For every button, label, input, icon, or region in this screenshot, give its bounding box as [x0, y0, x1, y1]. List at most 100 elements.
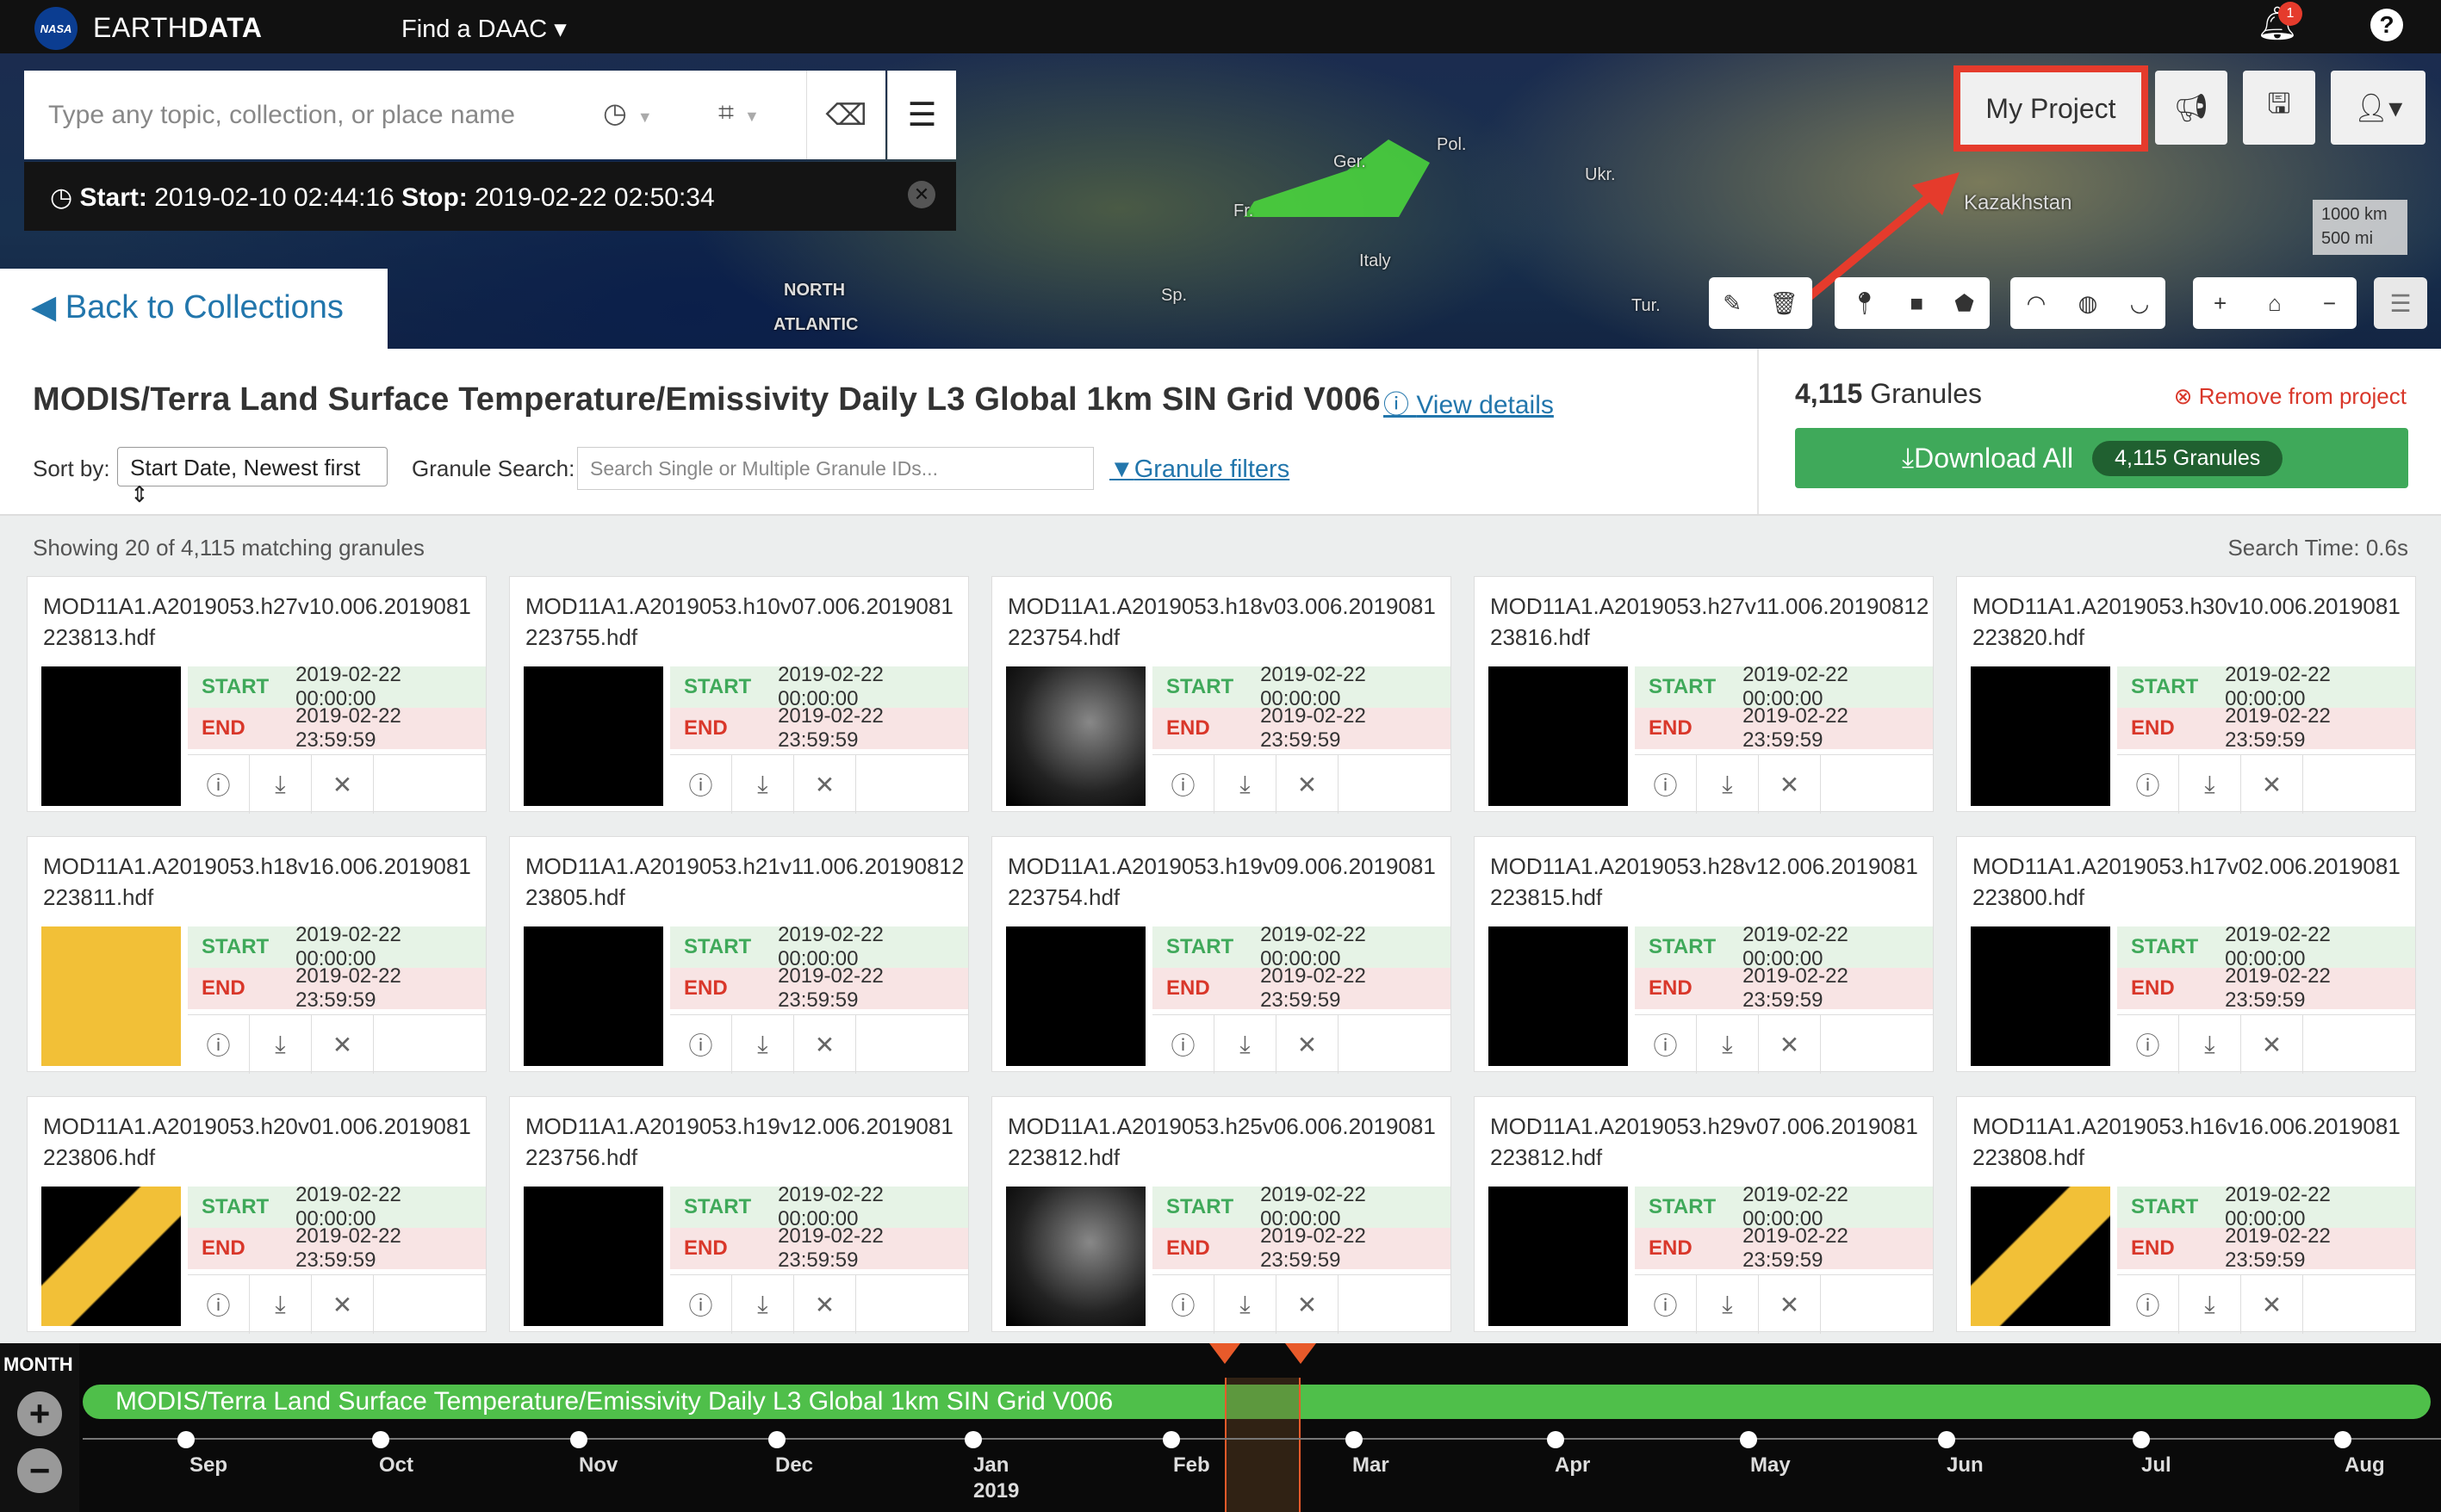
granule-card[interactable]: MOD11A1.A2019053.h25v06.006.201908122381…	[991, 1096, 1451, 1334]
info-icon[interactable]: ⓘ	[670, 1015, 732, 1074]
home-icon[interactable]: ⌂	[2268, 290, 2282, 317]
find-daac-dropdown[interactable]: Find a DAAC ▾	[401, 14, 567, 44]
timeline-zoom-in-button[interactable]: +	[17, 1391, 62, 1436]
granule-card[interactable]: MOD11A1.A2019053.h18v16.006.201908122381…	[27, 836, 487, 1074]
back-to-collections-link[interactable]: ◀ Back to Collections	[0, 269, 388, 349]
remove-icon[interactable]: ✕	[794, 1275, 856, 1334]
remove-icon[interactable]: ✕	[1759, 755, 1821, 814]
globe-icon[interactable]: ◍	[2078, 290, 2098, 317]
trash-icon[interactable]: 🗑︎	[1770, 290, 1798, 317]
granule-thumbnail[interactable]	[41, 926, 181, 1066]
remove-icon[interactable]: ✕	[1276, 755, 1339, 814]
info-icon[interactable]: ⓘ	[1635, 755, 1697, 814]
save-button[interactable]: 🖫	[2243, 71, 2315, 145]
download-icon[interactable]: ⤓	[250, 1275, 312, 1334]
download-icon[interactable]: ⤓	[732, 1275, 794, 1334]
download-icon[interactable]: ⤓	[250, 755, 312, 814]
granule-thumbnail[interactable]	[41, 1187, 181, 1326]
info-icon[interactable]: ⓘ	[188, 755, 250, 814]
info-icon[interactable]: ⓘ	[1152, 755, 1214, 814]
zoom-in-icon[interactable]: +	[2214, 290, 2227, 317]
info-icon[interactable]: ⓘ	[2117, 1015, 2179, 1074]
timeline-zoom-out-button[interactable]: −	[17, 1448, 62, 1493]
granule-card[interactable]: MOD11A1.A2019053.h17v02.006.201908122380…	[1956, 836, 2416, 1074]
info-icon[interactable]: ⓘ	[670, 755, 732, 814]
granule-list[interactable]: Showing 20 of 4,115 matching granules Se…	[0, 514, 2441, 1343]
close-icon[interactable]: ✕	[908, 181, 935, 208]
download-icon[interactable]: ⤓	[732, 755, 794, 814]
granule-card[interactable]: MOD11A1.A2019053.h27v11.006.201908122381…	[1474, 576, 1934, 814]
temporal-filter-button[interactable]: ◷ ▼	[603, 96, 653, 129]
timeline[interactable]: MONTH + − MODIS/Terra Land Surface Tempe…	[0, 1343, 2441, 1512]
remove-icon[interactable]: ✕	[1759, 1275, 1821, 1334]
zoom-out-icon[interactable]: −	[2323, 290, 2336, 317]
remove-icon[interactable]: ✕	[1276, 1275, 1339, 1334]
download-icon[interactable]: ⤓	[2179, 1015, 2241, 1074]
granule-card[interactable]: MOD11A1.A2019053.h27v10.006.201908122381…	[27, 576, 487, 814]
granule-card[interactable]: MOD11A1.A2019053.h29v07.006.201908122381…	[1474, 1096, 1934, 1334]
arctic-icon[interactable]: ◠	[2027, 290, 2047, 317]
help-icon[interactable]: ?	[2370, 9, 2403, 41]
granule-thumbnail[interactable]	[1971, 666, 2110, 806]
feedback-button[interactable]: 📢︎	[2155, 71, 2227, 145]
remove-icon[interactable]: ✕	[2241, 1015, 2303, 1074]
download-icon[interactable]: ⤓	[2179, 1275, 2241, 1334]
antarctic-icon[interactable]: ◡	[2130, 290, 2150, 317]
info-icon[interactable]: ⓘ	[2117, 1275, 2179, 1334]
granule-thumbnail[interactable]	[1006, 1187, 1146, 1326]
download-icon[interactable]: ⤓	[1697, 1015, 1759, 1074]
granule-search-input[interactable]	[577, 447, 1094, 490]
marker-icon[interactable]: 📍︎	[1850, 290, 1879, 317]
timeline-selection[interactable]	[1225, 1378, 1301, 1512]
info-icon[interactable]: ⓘ	[670, 1275, 732, 1334]
layers-button[interactable]: ☰	[2374, 277, 2427, 329]
info-icon[interactable]: ⓘ	[1152, 1015, 1214, 1074]
granule-card[interactable]: MOD11A1.A2019053.h28v12.006.201908122381…	[1474, 836, 1934, 1074]
granule-thumbnail[interactable]	[1971, 926, 2110, 1066]
download-all-button[interactable]: ⤓ Download All 4,115 Granules	[1795, 428, 2408, 488]
nasa-logo[interactable]: NASA	[34, 7, 78, 50]
granule-card[interactable]: MOD11A1.A2019053.h19v09.006.201908122375…	[991, 836, 1451, 1074]
remove-icon[interactable]: ✕	[312, 755, 374, 814]
granule-card[interactable]: MOD11A1.A2019053.h21v11.006.201908122380…	[509, 836, 969, 1074]
advanced-search-button[interactable]: ☰	[887, 71, 956, 159]
download-icon[interactable]: ⤓	[1214, 1275, 1276, 1334]
download-icon[interactable]: ⤓	[1697, 1275, 1759, 1334]
polygon-icon[interactable]: ⬟	[1954, 290, 1974, 317]
remove-icon[interactable]: ✕	[794, 1015, 856, 1074]
info-icon[interactable]: ⓘ	[1635, 1015, 1697, 1074]
info-icon[interactable]: ⓘ	[188, 1275, 250, 1334]
granule-thumbnail[interactable]	[41, 666, 181, 806]
granule-filters-link[interactable]: ▼Granule filters	[1109, 455, 1289, 484]
granule-thumbnail[interactable]	[524, 666, 663, 806]
granule-thumbnail[interactable]	[1488, 1187, 1628, 1326]
user-menu-button[interactable]: 👤︎▾	[2331, 71, 2425, 145]
granule-thumbnail[interactable]	[1488, 666, 1628, 806]
sort-select[interactable]: Start Date, Newest first ⇕	[117, 447, 388, 507]
remove-icon[interactable]: ✕	[312, 1015, 374, 1074]
search-input[interactable]	[48, 96, 599, 134]
granule-card[interactable]: MOD11A1.A2019053.h16v16.006.201908122380…	[1956, 1096, 2416, 1334]
timeline-end-handle[interactable]	[1285, 1343, 1316, 1364]
download-icon[interactable]: ⤓	[1214, 755, 1276, 814]
clear-filters-button[interactable]: ⌫	[806, 71, 885, 159]
remove-icon[interactable]: ✕	[312, 1275, 374, 1334]
download-icon[interactable]: ⤓	[2179, 755, 2241, 814]
info-icon[interactable]: ⓘ	[1635, 1275, 1697, 1334]
granule-thumbnail[interactable]	[524, 1187, 663, 1326]
granule-thumbnail[interactable]	[1006, 926, 1146, 1066]
remove-icon[interactable]: ✕	[794, 755, 856, 814]
rectangle-icon[interactable]: ■	[1910, 290, 1923, 317]
granule-thumbnail[interactable]	[1971, 1187, 2110, 1326]
remove-icon[interactable]: ✕	[2241, 755, 2303, 814]
download-icon[interactable]: ⤓	[732, 1015, 794, 1074]
granule-card[interactable]: MOD11A1.A2019053.h20v01.006.201908122380…	[27, 1096, 487, 1334]
download-icon[interactable]: ⤓	[250, 1015, 312, 1074]
view-details-link[interactable]: ⓘ View details	[1383, 383, 1554, 421]
granule-thumbnail[interactable]	[1006, 666, 1146, 806]
info-icon[interactable]: ⓘ	[1152, 1275, 1214, 1334]
remove-from-project-link[interactable]: ⊗ Remove from project	[2174, 383, 2407, 410]
my-project-button[interactable]: My Project	[1953, 65, 2148, 152]
info-icon[interactable]: ⓘ	[188, 1015, 250, 1074]
remove-icon[interactable]: ✕	[1759, 1015, 1821, 1074]
